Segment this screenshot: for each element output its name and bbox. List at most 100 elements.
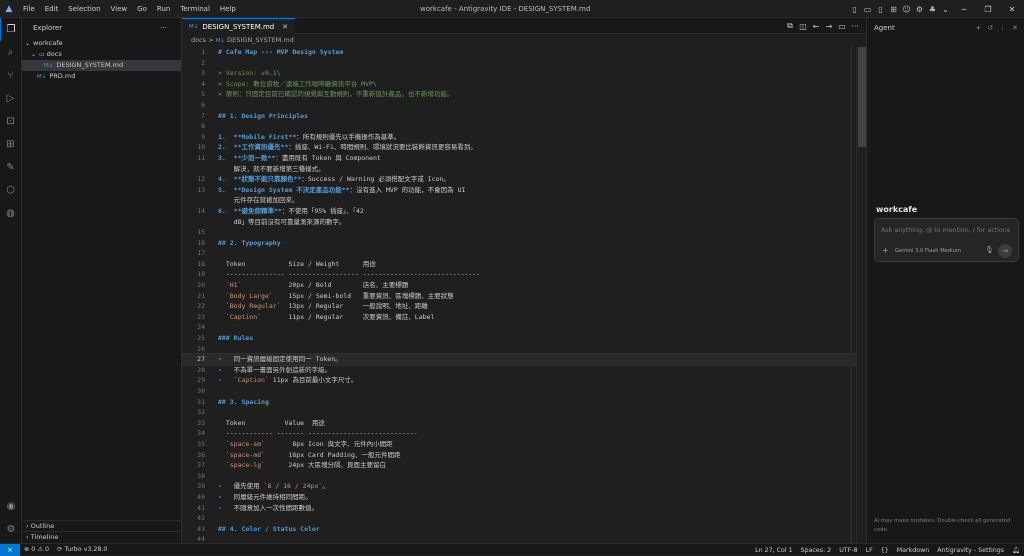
outline-section[interactable]: › Outline [22,520,182,531]
code-line[interactable]: 1 # Cafe Map --- MVP Design System [182,47,866,58]
code-line[interactable]: 31 ## 3. Spacing [182,397,866,408]
menu-help[interactable]: Help [215,0,241,18]
go-forward-icon[interactable]: → [824,22,834,31]
new-chat-icon[interactable]: + [975,24,981,32]
globe-icon[interactable]: ◍ [0,202,21,225]
layout-sidebar-icon[interactable]: ▯ [848,5,861,14]
code-line[interactable]: 42 [182,513,866,524]
code-line[interactable]: 元件存在就被加回來。 [182,195,866,206]
split-editor-icon[interactable]: ◫ [798,22,808,31]
language-mode[interactable]: Markdown [893,547,934,554]
code-line[interactable]: 19 --------------- ------------------ --… [182,269,866,280]
code-line[interactable]: 25 ### Rules [182,333,866,344]
code-line[interactable]: 2 [182,58,866,69]
source-control-icon[interactable]: ⑂ [0,64,21,87]
code-line[interactable]: dB」等目前沒有可靠量測來源的數字。 [182,217,866,228]
code-line[interactable]: 5 > 原則：只固定目前已確認的視覺與互動規則，不重新設計產品，也不新增功能。 [182,89,866,100]
code-line[interactable]: 39- 優先使用 `8 / 16 / 24px`。 [182,481,866,492]
braces-icon[interactable]: {} [877,547,893,554]
model-selector[interactable]: Gemini 3.0 Flash Medium [895,248,961,254]
code-line[interactable]: 17 [182,248,866,259]
close-tab-icon[interactable]: ✕ [282,23,288,31]
code-line[interactable]: 27- 同一資訊層級固定使用同一 Token。 [182,353,866,366]
end-of-line[interactable]: LF [862,547,877,554]
code-line[interactable]: 20 `H1` 20px / Bold 店名、主要標題 [182,280,866,291]
timeline-section[interactable]: › Timeline [22,531,182,542]
send-icon[interactable]: → [998,244,1012,258]
code-line[interactable]: 6 [182,100,866,111]
file-design-system[interactable]: M↓ DESIGN_SYSTEM.md [22,60,181,71]
code-line[interactable]: 7 ## 1. Design Principles [182,111,866,122]
customize-layout-icon[interactable]: ⊞ [887,5,900,14]
encoding[interactable]: UTF-8 [835,547,861,554]
code-line[interactable]: 8 [182,121,866,132]
extension-icon[interactable]: ♣ [926,5,939,14]
code-line[interactable]: 34 ------------ ------- ----------------… [182,428,866,439]
folder-docs[interactable]: ⌄ ▭ docs [22,49,181,60]
menu-file[interactable]: File [18,0,40,18]
menu-edit[interactable]: Edit [40,0,64,18]
go-back-icon[interactable]: ← [811,22,821,31]
remote-indicator-icon[interactable]: ⨯ [0,543,20,556]
remote-explorer-icon[interactable]: ⊡ [0,110,21,133]
code-line[interactable]: 43 ## 4. Color / Status Color [182,524,866,535]
code-line[interactable]: 解決，就不要新增第三種樣式。 [182,164,866,175]
code-line[interactable]: 41- 不隨意加入一次性間距數值。 [182,503,866,514]
more-actions-icon[interactable]: ⋮ [999,24,1006,32]
notifications-bell-icon[interactable]: 🔔︎ [1008,546,1024,554]
open-preview-icon[interactable]: ⧉ [785,21,795,31]
cursor-position[interactable]: Ln 27, Col 1 [751,547,797,554]
file-prd[interactable]: M↓ PRD.md [22,71,181,82]
extensions-icon[interactable]: ⊞ [0,133,21,156]
code-line[interactable]: 4 > Scope: 數位遊牧／遠端工作咖啡廳資訊平台 MVP\ [182,79,866,90]
code-line[interactable]: 37 `space-lg` 24px 大區塊分隔、頁面主要留白 [182,460,866,471]
add-context-icon[interactable]: + [882,246,889,255]
close-icon[interactable]: ✕ [1000,5,1024,14]
settings-gear-icon[interactable]: ⚙ [913,5,926,14]
package-icon[interactable]: ⬡ [0,179,21,202]
more-actions-icon[interactable]: ··· [160,24,167,32]
code-line[interactable]: 24 [182,322,866,333]
code-line[interactable]: 32 [182,407,866,418]
menu-go[interactable]: Go [132,0,152,18]
code-line[interactable]: 11 3. **少而一致**：盡用既有 Token 與 Component [182,153,866,164]
breadcrumb-file[interactable]: DESIGN_SYSTEM.md [227,36,294,44]
layout-icon[interactable]: ▭ [837,22,847,31]
close-panel-icon[interactable]: ✕ [1012,24,1018,32]
turbo-indicator[interactable]: ⟳ Turbo v3.28.0 [53,546,111,553]
menu-run[interactable]: Run [152,0,175,18]
microphone-icon[interactable]: 🎙︎ [985,246,994,254]
code-line[interactable]: 18 Token Size / Weight 用途 [182,259,866,270]
code-line[interactable]: 14 6. **避免假精準**：不使用「95% 插座」、「42 [182,206,866,217]
code-line[interactable]: 29- `Caption` 11px 為目前最小文字尺寸。 [182,375,866,386]
code-line[interactable]: 21 `Body Large` 15px / Semi-bold 重要資訊、區塊… [182,291,866,302]
copilot-icon[interactable]: ☺ [900,5,913,14]
problems-indicator[interactable]: ⊗ 0 ⚠ 0 [20,546,53,553]
restore-icon[interactable]: ❐ [976,5,1000,14]
indentation[interactable]: Spaces: 2 [797,547,836,554]
menu-selection[interactable]: Selection [63,0,105,18]
code-line[interactable]: 35 `space-sm` 8px Icon 與文字、元件內小間距 [182,439,866,450]
manage-gear-icon[interactable]: ⚙ [0,518,22,541]
code-line[interactable]: 13 5. **Design System 不決定產品功能**：沒有進入 MVP … [182,185,866,196]
workspace-root[interactable]: ⌄ workcafe [22,38,181,49]
code-line[interactable]: 23 `Caption` 11px / Regular 次要資訊、備註、Labe… [182,312,866,323]
code-line[interactable]: 36 `space-md` 16px Card Padding、一般元件間距 [182,450,866,461]
code-line[interactable]: 44 [182,534,866,543]
code-line[interactable]: 12 4. **狀態不能只靠顏色**：Success / Warning 必須搭配… [182,174,866,185]
scrollbar-thumb[interactable] [858,47,866,147]
tab-design-system[interactable]: M↓ DESIGN_SYSTEM.md ✕ [182,18,296,34]
menu-terminal[interactable]: Terminal [175,0,215,18]
minimize-icon[interactable]: ─ [952,5,976,14]
layout-secondary-icon[interactable]: ▯ [874,5,887,14]
code-line[interactable]: 10 2. **工作資訊優先**：插座、Wi-Fi、時間規則、環境狀況要比裝飾資訊… [182,142,866,153]
antigravity-settings[interactable]: Antigravity - Settings [933,547,1008,554]
history-icon[interactable]: ↺ [987,24,993,32]
code-line[interactable]: 40- 同層級元件維持相同間距。 [182,492,866,503]
code-line[interactable]: 38 [182,471,866,482]
search-icon[interactable]: ⌕ [0,41,21,64]
account-icon[interactable]: ◉ [0,495,22,518]
code-line[interactable]: 33 Token Value 用途 [182,418,866,429]
code-line[interactable]: 28- 不為單一畫面另外創造新的字級。 [182,365,866,376]
chevron-down-icon[interactable]: ⌄ [939,5,952,14]
